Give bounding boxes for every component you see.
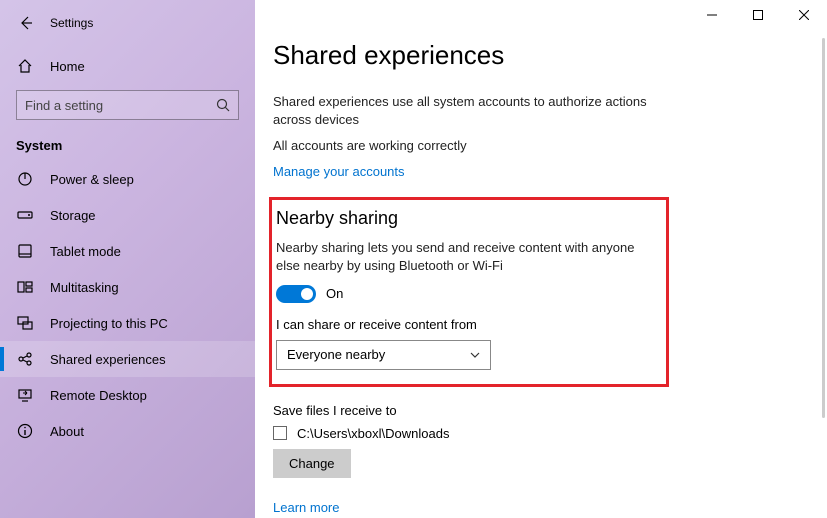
learn-more-link[interactable]: Learn more — [273, 500, 339, 515]
nearby-toggle[interactable] — [276, 285, 316, 303]
sidebar-item-label: Multitasking — [50, 280, 119, 295]
folder-icon — [273, 426, 287, 440]
dropdown-label: I can share or receive content from — [276, 317, 656, 332]
sidebar-item-label: Projecting to this PC — [50, 316, 168, 331]
sidebar-category: System — [0, 130, 255, 161]
sidebar-item-multitasking[interactable]: Multitasking — [0, 269, 255, 305]
sidebar: Settings Home System Power & sleep — [0, 0, 255, 518]
sidebar-item-shared-experiences[interactable]: Shared experiences — [0, 341, 255, 377]
shared-icon — [16, 350, 34, 368]
sidebar-item-label: Remote Desktop — [50, 388, 147, 403]
tablet-icon — [16, 242, 34, 260]
search-input-container[interactable] — [16, 90, 239, 120]
search-input[interactable] — [25, 98, 216, 113]
sidebar-item-remote-desktop[interactable]: Remote Desktop — [0, 377, 255, 413]
chevron-down-icon — [470, 352, 480, 358]
sidebar-item-label: Power & sleep — [50, 172, 134, 187]
page-title: Shared experiences — [273, 40, 827, 71]
power-icon — [16, 170, 34, 188]
sidebar-home[interactable]: Home — [0, 48, 255, 84]
multitasking-icon — [16, 278, 34, 296]
search-icon — [216, 98, 230, 112]
manage-accounts-link[interactable]: Manage your accounts — [273, 164, 405, 179]
maximize-button[interactable] — [735, 0, 781, 30]
sidebar-item-label: Shared experiences — [50, 352, 166, 367]
sidebar-item-projecting[interactable]: Projecting to this PC — [0, 305, 255, 341]
sidebar-item-tablet-mode[interactable]: Tablet mode — [0, 233, 255, 269]
sidebar-item-about[interactable]: About — [0, 413, 255, 449]
remote-desktop-icon — [16, 386, 34, 404]
home-icon — [16, 57, 34, 75]
nearby-heading: Nearby sharing — [276, 208, 656, 229]
about-icon — [16, 422, 34, 440]
close-button[interactable] — [781, 0, 827, 30]
nearby-toggle-label: On — [326, 286, 343, 301]
sidebar-home-label: Home — [50, 59, 85, 74]
storage-icon — [16, 206, 34, 224]
back-button[interactable] — [12, 9, 40, 37]
dropdown-value: Everyone nearby — [287, 347, 385, 362]
sidebar-item-label: Tablet mode — [50, 244, 121, 259]
scrollbar[interactable] — [822, 38, 825, 418]
share-scope-dropdown[interactable]: Everyone nearby — [276, 340, 491, 370]
content-pane: Shared experiences Shared experiences us… — [255, 0, 827, 518]
nearby-sharing-highlight: Nearby sharing Nearby sharing lets you s… — [269, 197, 669, 387]
change-button[interactable]: Change — [273, 449, 351, 478]
nearby-desc: Nearby sharing lets you send and receive… — [276, 239, 636, 275]
sidebar-item-power-sleep[interactable]: Power & sleep — [0, 161, 255, 197]
window-controls — [689, 0, 827, 30]
sidebar-item-label: Storage — [50, 208, 96, 223]
sidebar-item-label: About — [50, 424, 84, 439]
intro-text: Shared experiences use all system accoun… — [273, 93, 673, 129]
save-label: Save files I receive to — [273, 403, 827, 418]
minimize-button[interactable] — [689, 0, 735, 30]
window-title: Settings — [50, 16, 93, 30]
status-text: All accounts are working correctly — [273, 137, 673, 155]
sidebar-item-storage[interactable]: Storage — [0, 197, 255, 233]
save-path: C:\Users\xboxl\Downloads — [297, 426, 449, 441]
projecting-icon — [16, 314, 34, 332]
